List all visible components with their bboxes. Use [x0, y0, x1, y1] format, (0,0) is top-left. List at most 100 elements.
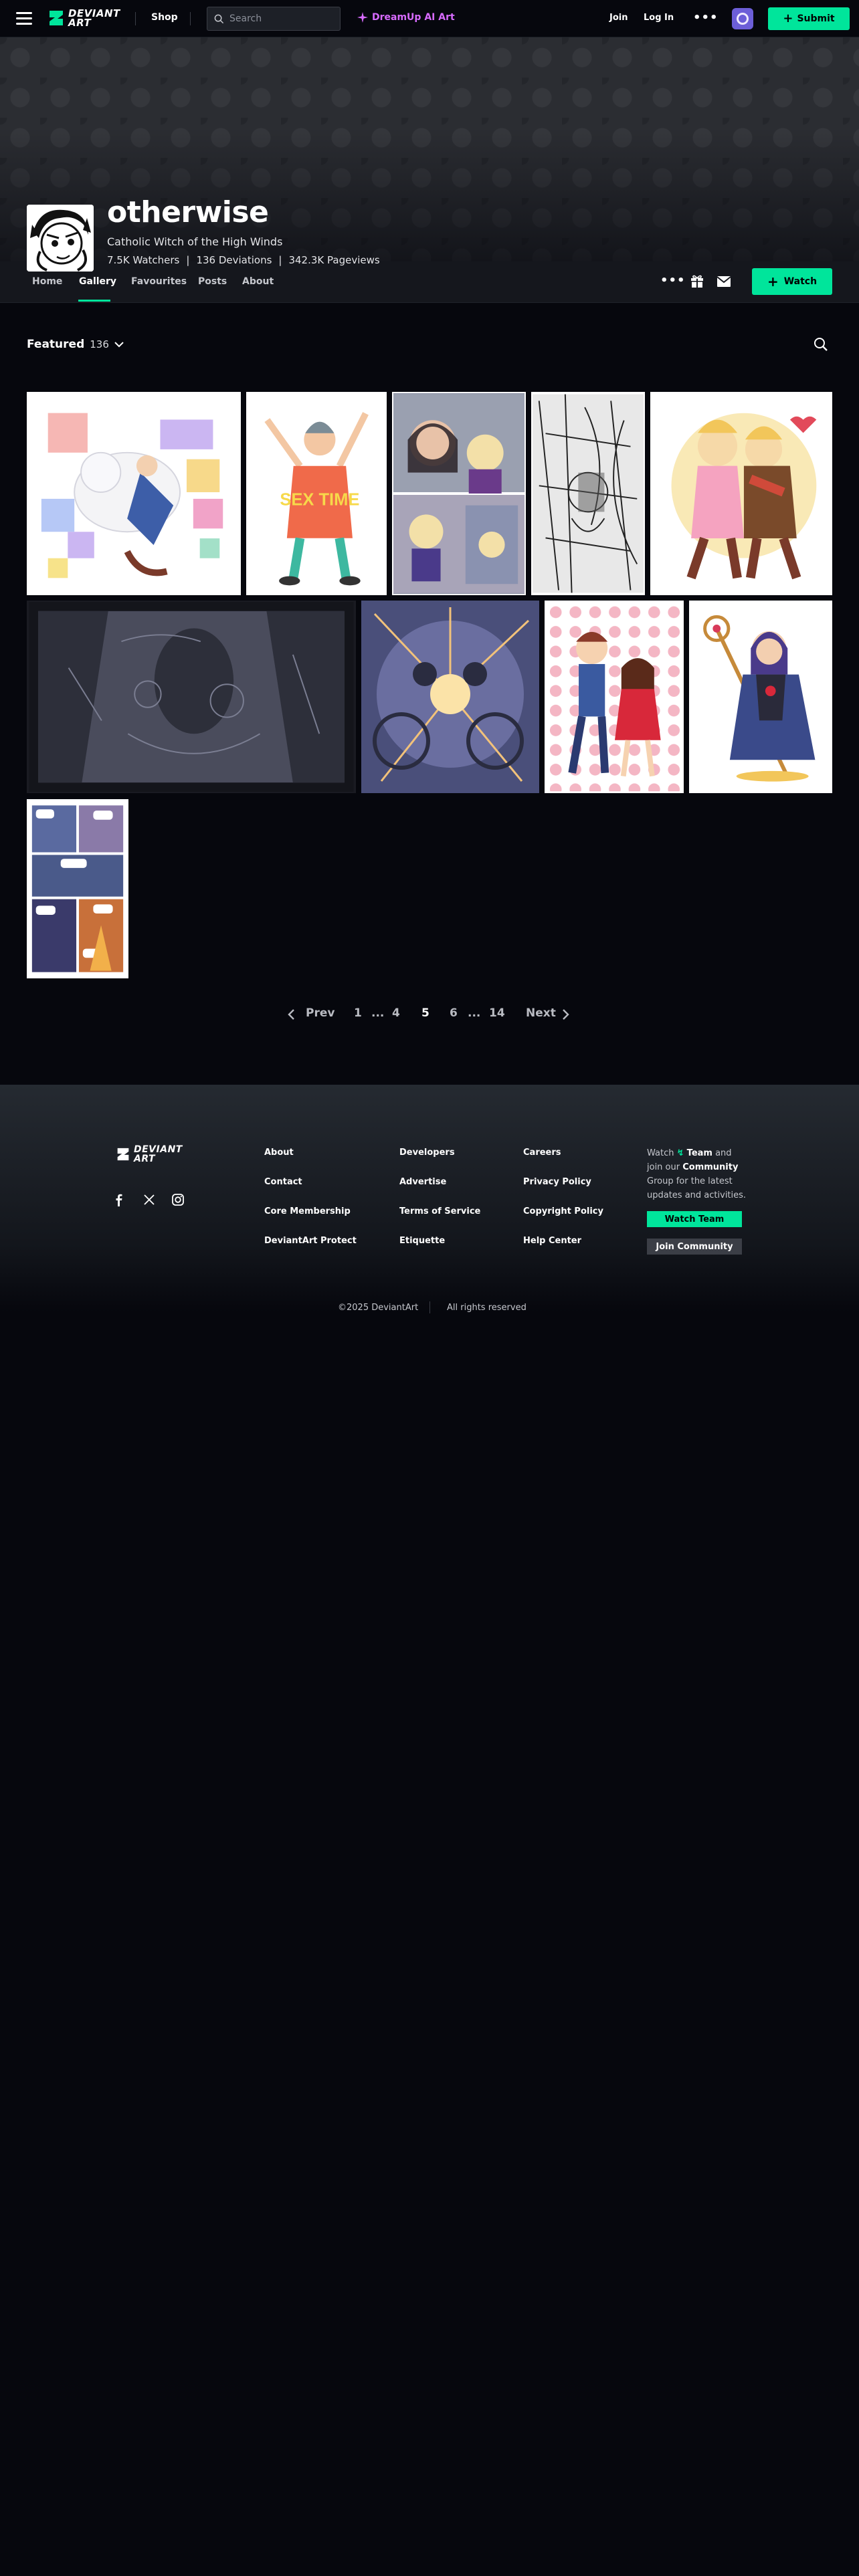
gallery-thumbnail[interactable] — [27, 392, 241, 595]
pagination-ellipsis: ... — [371, 1006, 385, 1020]
shop-link[interactable]: Shop — [151, 12, 178, 23]
deviantart-logo-icon — [117, 1148, 129, 1161]
artwork-couple-dots-icon — [546, 602, 682, 792]
active-tab-indicator — [78, 300, 110, 302]
stats-separator: | — [278, 254, 282, 266]
pagination: Prev 1 ... 4 5 6 ... 14 Next — [0, 1006, 859, 1023]
sparkle-icon — [357, 12, 368, 23]
pagination-next[interactable]: Next — [526, 1006, 556, 1020]
site-footer: DEVIANT ART About Contact Core Membershi… — [0, 1085, 859, 1313]
shirt-text: SEX TIME — [280, 491, 359, 510]
tab-gallery[interactable]: Gallery — [79, 276, 116, 287]
gallery-thumbnail[interactable] — [531, 392, 645, 595]
artwork-couple-hug-icon — [652, 393, 831, 594]
profile-tagline: Catholic Witch of the High Winds — [107, 235, 283, 248]
profile-username: otherwise — [107, 195, 269, 229]
watch-team-button[interactable]: Watch Team — [647, 1211, 742, 1227]
pagination-page[interactable]: 4 — [392, 1006, 400, 1020]
gallery-thumbnail[interactable] — [392, 392, 526, 595]
gallery-thumbnail[interactable] — [689, 601, 832, 793]
menu-icon[interactable] — [16, 12, 32, 25]
gallery-thumbnail[interactable] — [27, 799, 128, 978]
pagination-ellipsis: ... — [468, 1006, 481, 1020]
deviantart-logo[interactable]: DEVIANT ART — [48, 8, 120, 28]
chevron-down-icon — [114, 342, 124, 348]
pagination-current-page: 5 — [421, 1006, 430, 1020]
avatar-ring-icon — [737, 13, 749, 25]
gallery-thumbnail[interactable] — [545, 601, 684, 793]
more-options-icon[interactable]: ••• — [660, 274, 686, 288]
user-avatar[interactable] — [732, 8, 753, 29]
search-box[interactable] — [207, 7, 341, 31]
artwork-wizard-staff-icon — [690, 602, 831, 792]
artwork-wolf-blocks-icon — [28, 393, 240, 594]
artwork-photo-collage-icon — [393, 394, 524, 593]
pagination-prev[interactable]: Prev — [306, 1006, 335, 1020]
dreamup-link[interactable]: DreamUp AI Art — [357, 12, 455, 23]
search-icon[interactable] — [814, 337, 828, 352]
mail-icon[interactable] — [717, 276, 731, 287]
footer-link-deviantart-protect[interactable]: DeviantArt Protect — [264, 1236, 357, 1246]
footer-link-etiquette[interactable]: Etiquette — [399, 1236, 445, 1246]
tab-home[interactable]: Home — [32, 276, 62, 287]
gallery-thumbnail[interactable]: SEX TIME — [246, 392, 387, 595]
deviantart-logo-icon — [50, 11, 63, 25]
folder-title: Featured — [27, 338, 85, 351]
chevron-left-icon[interactable] — [287, 1008, 295, 1021]
profile-stats: 7.5K Watchers | 136 Deviations | 342.3K … — [107, 254, 380, 266]
logo-text-line1: DEVIANT — [134, 1144, 183, 1155]
avatar-drawing-icon — [27, 205, 94, 272]
profile-tabs: Home Gallery Favourites Posts About ••• … — [0, 261, 859, 303]
gallery-thumbnail[interactable] — [27, 601, 356, 793]
tab-posts[interactable]: Posts — [198, 276, 227, 287]
search-input[interactable] — [229, 13, 337, 24]
footer-link-help-center[interactable]: Help Center — [523, 1236, 581, 1246]
footer-rights: All rights reserved — [447, 1303, 527, 1313]
pagination-page[interactable]: 14 — [489, 1006, 505, 1020]
gallery-thumbnail[interactable] — [650, 392, 832, 595]
more-options-icon[interactable]: ••• — [693, 11, 719, 25]
x-twitter-icon[interactable] — [142, 1193, 156, 1206]
submit-button[interactable]: + Submit — [768, 7, 850, 30]
gift-icon[interactable] — [690, 275, 704, 288]
team-logo-icon: ↯ — [676, 1148, 684, 1158]
footer-link-core-membership[interactable]: Core Membership — [264, 1206, 351, 1216]
watchers-count[interactable]: 7.5K Watchers — [107, 254, 179, 266]
footer-link-contact[interactable]: Contact — [264, 1177, 302, 1187]
search-icon — [214, 14, 224, 23]
tab-favourites[interactable]: Favourites — [131, 276, 187, 287]
join-link[interactable]: Join — [609, 13, 628, 23]
gallery-folder-selector[interactable]: Featured 136 — [27, 338, 124, 351]
tab-about[interactable]: About — [242, 276, 274, 287]
profile-banner: otherwise Catholic Witch of the High Win… — [0, 37, 859, 272]
pagination-page[interactable]: 6 — [450, 1006, 458, 1020]
footer-link-privacy-policy[interactable]: Privacy Policy — [523, 1177, 591, 1187]
instagram-icon[interactable] — [171, 1193, 185, 1206]
footer-link-careers[interactable]: Careers — [523, 1148, 561, 1158]
submit-label: Submit — [797, 13, 835, 24]
profile-avatar[interactable] — [27, 205, 94, 272]
facebook-icon[interactable] — [112, 1193, 126, 1206]
footer-logo[interactable]: DEVIANT ART — [116, 1145, 183, 1164]
plus-icon: + — [767, 274, 779, 290]
watch-button[interactable]: + Watch — [752, 268, 832, 295]
artwork-ink-sketch-icon — [533, 394, 644, 593]
footer-link-copyright-policy[interactable]: Copyright Policy — [523, 1206, 603, 1216]
footer-link-advertise[interactable]: Advertise — [399, 1177, 446, 1187]
footer-watch-team-text: Watch ↯ Team and join our Community Grou… — [647, 1148, 747, 1200]
nav-divider — [190, 12, 191, 25]
artwork-bicycle-light-icon — [361, 601, 539, 793]
login-link[interactable]: Log In — [644, 13, 674, 23]
nav-divider — [135, 12, 136, 25]
join-community-button[interactable]: Join Community — [647, 1239, 742, 1255]
chevron-right-icon[interactable] — [562, 1008, 570, 1021]
watch-label: Watch — [783, 276, 818, 287]
footer-link-developers[interactable]: Developers — [399, 1148, 455, 1158]
deviations-count[interactable]: 136 Deviations — [196, 254, 272, 266]
footer-link-terms-of-service[interactable]: Terms of Service — [399, 1206, 480, 1216]
artwork-comic-page-icon — [28, 801, 127, 976]
pagination-page[interactable]: 1 — [354, 1006, 362, 1020]
gallery-thumbnail[interactable] — [361, 601, 539, 793]
dreamup-label: DreamUp AI Art — [372, 12, 455, 23]
footer-link-about[interactable]: About — [264, 1148, 294, 1158]
